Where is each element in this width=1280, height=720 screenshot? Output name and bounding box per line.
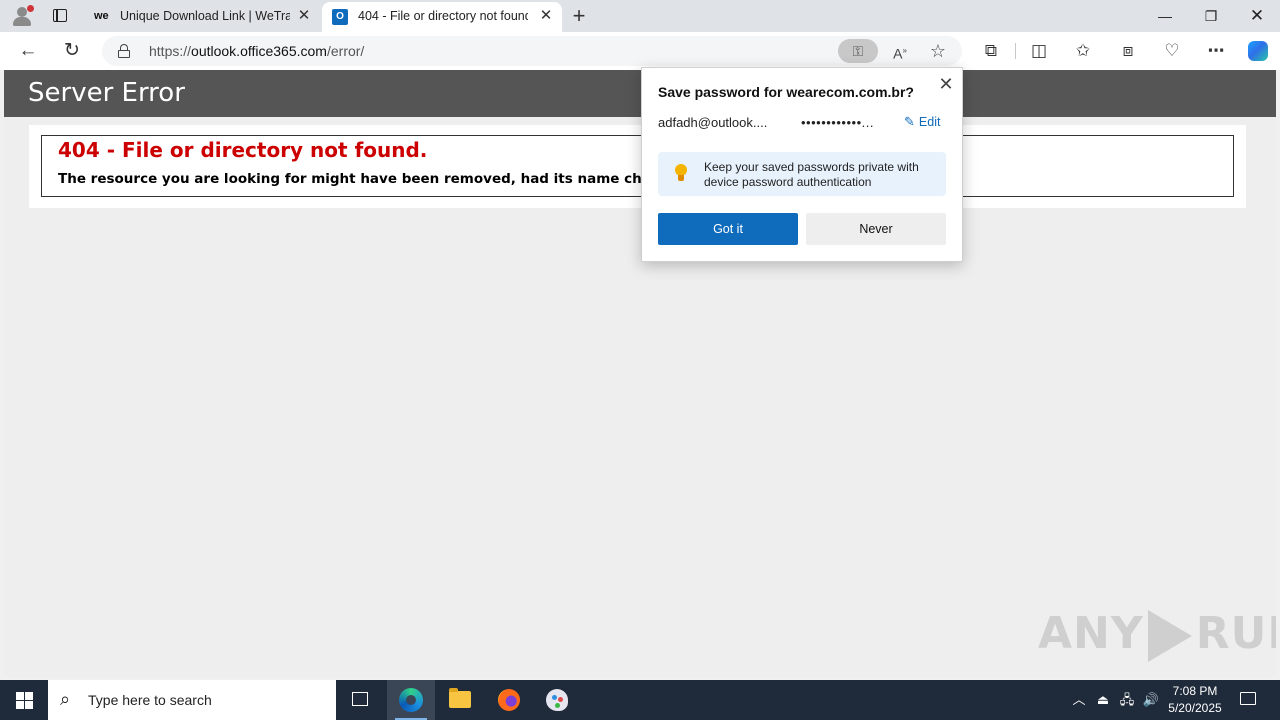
more-options-icon[interactable]: ⋯: [1202, 38, 1230, 64]
split-screen-icon[interactable]: ◫: [1025, 38, 1053, 64]
tab-close-icon[interactable]: ✕: [296, 8, 312, 24]
watermark-left: ANY: [1038, 608, 1144, 659]
device-icon[interactable]: ⏏: [1092, 680, 1114, 720]
url-path: /error/: [326, 43, 365, 59]
never-button[interactable]: Never: [806, 213, 946, 245]
password-key-icon[interactable]: ⚿: [838, 39, 878, 63]
tab-title: Unique Download Link | WeTransfer: [120, 9, 290, 23]
toolbar-divider: [1015, 43, 1016, 59]
tab-actions-icon[interactable]: [46, 4, 74, 28]
browser-toolbar: ← ↻ https://outlook.office365.com/error/…: [0, 32, 1280, 70]
tab-wetransfer[interactable]: we Unique Download Link | WeTransfer ✕: [84, 2, 320, 32]
anyrun-watermark: ANY RUN: [1038, 608, 1276, 662]
wetransfer-favicon-icon: we: [94, 10, 109, 22]
error-heading: 404 - File or directory not found.: [58, 138, 428, 162]
network-icon[interactable]: 🖧: [1116, 680, 1138, 720]
minimize-icon[interactable]: —: [1142, 0, 1188, 32]
url-scheme: https://: [149, 43, 192, 59]
password-tip: Keep your saved passwords private with d…: [658, 152, 946, 196]
url-text[interactable]: https://outlook.office365.com/error/: [149, 43, 364, 59]
collections-icon[interactable]: ⧈: [1114, 38, 1142, 64]
saved-username: adfadh@outlook....: [658, 115, 768, 130]
tab-close-icon[interactable]: ✕: [538, 8, 554, 24]
back-arrow-icon[interactable]: ←: [14, 38, 42, 64]
edit-credentials-button[interactable]: ✎ Edit: [904, 114, 940, 130]
error-content: 404 - File or directory not found. The r…: [29, 125, 1246, 208]
clock-time: 7:08 PM: [1172, 684, 1218, 698]
favorite-star-icon[interactable]: ☆: [926, 39, 950, 63]
error-fieldset: 404 - File or directory not found. The r…: [41, 135, 1234, 197]
notifications-icon[interactable]: [1232, 680, 1264, 720]
file-explorer-icon[interactable]: [436, 680, 484, 720]
system-clock[interactable]: 7:08 PM 5/20/2025: [1163, 683, 1227, 717]
lightbulb-icon: [674, 164, 688, 182]
paint-icon[interactable]: [533, 680, 581, 720]
windows-taskbar: ⌕ Type here to search ︿ ⏏ 🖧 🔊 7:08 PM 5/…: [0, 680, 1280, 720]
taskbar-search[interactable]: ⌕ Type here to search: [48, 680, 336, 720]
edit-label: Edit: [918, 115, 941, 129]
search-placeholder: Type here to search: [88, 692, 212, 708]
lock-icon[interactable]: [118, 44, 130, 58]
tip-text: Keep your saved passwords private with d…: [704, 160, 919, 189]
saved-password-mask: ••••••••••••...: [801, 115, 874, 130]
restore-icon[interactable]: ❐: [1188, 0, 1234, 32]
server-error-header: Server Error: [4, 70, 1276, 117]
firefox-icon[interactable]: [485, 680, 533, 720]
extensions-icon[interactable]: ⧉: [977, 38, 1005, 64]
pencil-icon: ✎: [904, 114, 915, 129]
dialog-title: Save password for wearecom.com.br?: [658, 84, 914, 100]
new-tab-icon[interactable]: +: [568, 5, 590, 27]
clock-date: 5/20/2025: [1168, 701, 1222, 715]
favorites-icon[interactable]: ✩: [1069, 38, 1097, 64]
read-aloud-icon[interactable]: A»: [888, 39, 912, 63]
page-title: Server Error: [28, 78, 185, 108]
play-icon: [1147, 610, 1192, 662]
outlook-favicon-icon: O: [332, 9, 348, 25]
copilot-icon[interactable]: [1244, 38, 1272, 64]
windows-start-icon[interactable]: [0, 680, 48, 720]
profile-avatar-icon[interactable]: [8, 4, 36, 28]
tab-title: 404 - File or directory not found.: [358, 9, 528, 23]
task-view-icon[interactable]: [336, 680, 384, 720]
search-icon: ⌕: [60, 689, 71, 709]
save-password-dialog: Save password for wearecom.com.br? ✕ adf…: [641, 67, 963, 262]
browser-tab-strip: we Unique Download Link | WeTransfer ✕ O…: [0, 0, 1280, 32]
reload-icon[interactable]: ↻: [58, 38, 86, 64]
volume-icon[interactable]: 🔊: [1140, 680, 1162, 720]
address-bar[interactable]: https://outlook.office365.com/error/ ⚿ A…: [102, 36, 962, 66]
got-it-button[interactable]: Got it: [658, 213, 798, 245]
browser-essentials-icon[interactable]: ♡: [1158, 38, 1186, 64]
edge-browser-icon[interactable]: [387, 680, 435, 720]
web-page: Server Error 404 - File or directory not…: [4, 70, 1276, 677]
show-hidden-icons-icon[interactable]: ︿: [1068, 680, 1090, 720]
window-close-icon[interactable]: ✕: [1234, 0, 1280, 32]
watermark-right: RUN: [1195, 608, 1276, 659]
dialog-close-icon[interactable]: ✕: [936, 74, 956, 94]
tab-error-page[interactable]: O 404 - File or directory not found. ✕: [322, 2, 562, 32]
url-host: outlook.office365.com: [191, 43, 327, 59]
